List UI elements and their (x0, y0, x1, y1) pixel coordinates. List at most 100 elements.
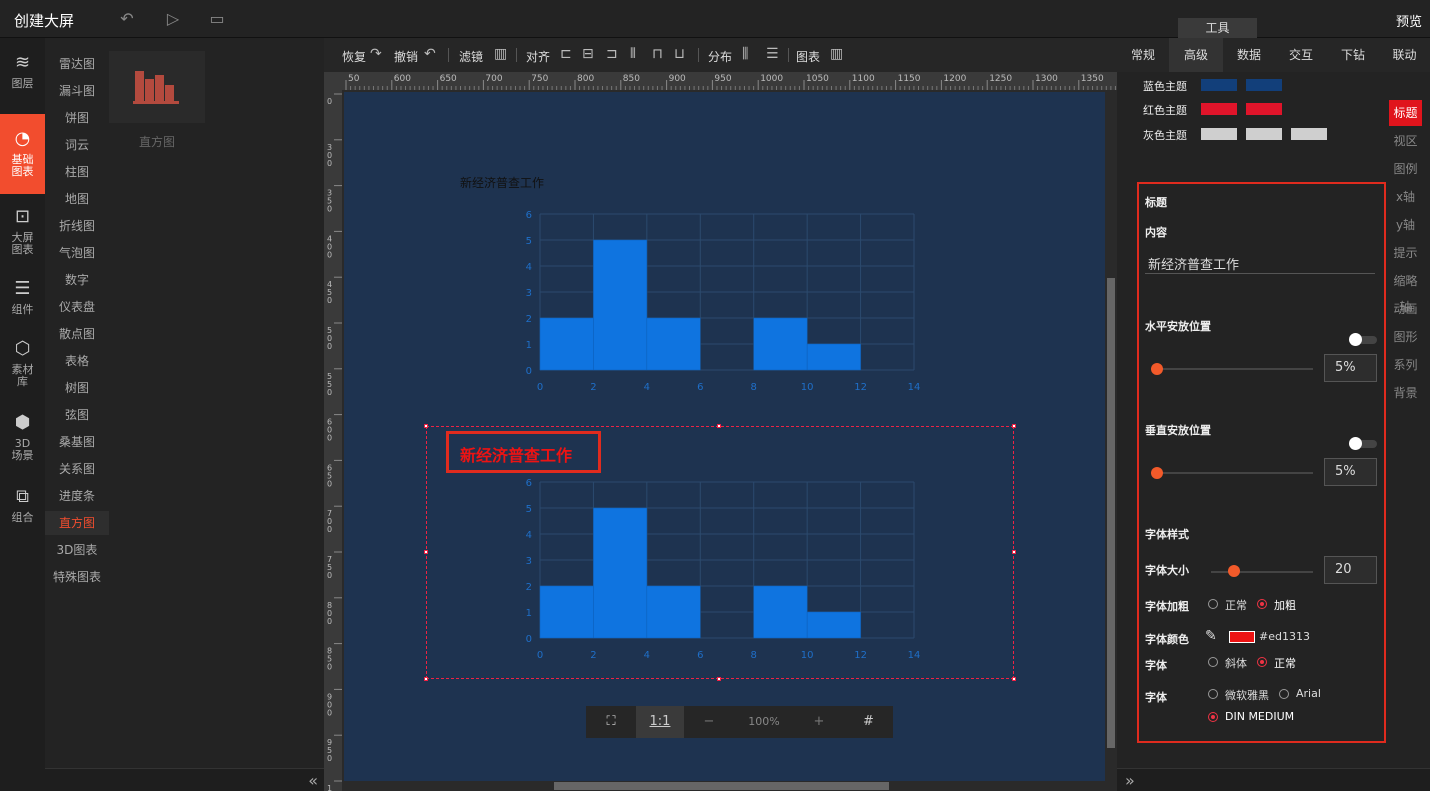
nav-components[interactable]: ☰ 组件 (0, 278, 45, 316)
chart-type-item[interactable]: 桑基图 (45, 430, 109, 454)
zoom-out-button[interactable]: − (684, 706, 734, 738)
redo-label[interactable]: 恢复 (342, 48, 366, 65)
font-family-arial-radio[interactable] (1279, 689, 1289, 699)
chart-type-item[interactable]: 折线图 (45, 214, 109, 238)
align-top-icon[interactable]: ⊓ (652, 46, 663, 62)
histogram-bar[interactable] (593, 239, 648, 371)
chart-type-item[interactable]: 词云 (45, 133, 109, 157)
histogram-chart-2[interactable]: 01234560 2 4 6 8 10 12 14 (508, 470, 928, 670)
histogram-bar[interactable] (539, 317, 594, 371)
font-color-swatch[interactable] (1229, 631, 1255, 643)
theme-gray-swatch[interactable] (1291, 128, 1327, 140)
collapse-right-icon[interactable]: » (1125, 771, 1135, 790)
tab-general[interactable]: 常规 (1117, 38, 1169, 72)
font-family-arial-text[interactable]: Arial (1296, 687, 1321, 700)
chart-type-item[interactable]: 雷达图 (45, 52, 109, 76)
chart-type-item[interactable]: 关系图 (45, 457, 109, 481)
resize-handle[interactable] (1012, 677, 1016, 681)
theme-gray-swatch[interactable] (1201, 128, 1237, 140)
side-tab[interactable]: 图形 (1389, 324, 1422, 350)
chart-label[interactable]: 图表 (796, 48, 820, 65)
font-normal-style-text[interactable]: 正常 (1274, 655, 1296, 671)
chart-type-item[interactable]: 漏斗图 (45, 79, 109, 103)
distribute-v-icon[interactable]: ☰ (766, 46, 779, 62)
font-family-yahei-text[interactable]: 微软雅黑 (1225, 687, 1269, 703)
align-center-v-icon[interactable]: ⫴ (630, 46, 636, 62)
side-tab[interactable]: 动画 (1389, 296, 1422, 322)
align-label[interactable]: 对齐 (526, 48, 550, 65)
chart-type-item[interactable]: 弦图 (45, 403, 109, 427)
chart-icon[interactable]: ▥ (830, 46, 843, 62)
horizontal-position-value[interactable]: 5% (1324, 354, 1377, 382)
nav-assets[interactable]: ⬡ 素材库 (0, 338, 45, 388)
theme-blue-swatch[interactable] (1201, 79, 1237, 91)
chart-type-item[interactable]: 仪表盘 (45, 295, 109, 319)
font-normal-style-radio[interactable] (1257, 657, 1267, 667)
scroll-thumb[interactable] (554, 782, 889, 790)
resize-handle[interactable] (1012, 550, 1016, 554)
undo-label[interactable]: 撤销 (394, 48, 418, 65)
theme-gray-swatch[interactable] (1246, 128, 1282, 140)
slider-handle[interactable] (1151, 467, 1163, 479)
histogram-bar[interactable] (593, 507, 648, 639)
align-right-icon[interactable]: ⊐ (606, 46, 618, 62)
histogram-bar[interactable] (539, 585, 594, 639)
chart-type-item[interactable]: 气泡图 (45, 241, 109, 265)
chart-type-item[interactable]: 树图 (45, 376, 109, 400)
filter-label[interactable]: 滤镜 (459, 48, 483, 65)
back-icon[interactable]: ↶ (118, 10, 136, 28)
histogram-bar[interactable] (646, 317, 701, 371)
grid-icon[interactable]: # (844, 706, 893, 738)
horizontal-position-toggle[interactable] (1349, 333, 1377, 346)
chart-type-item[interactable]: 直方图 (45, 511, 109, 535)
horizontal-scrollbar[interactable] (344, 781, 1105, 791)
side-tab[interactable]: 视区 (1389, 128, 1422, 154)
resize-handle[interactable] (717, 424, 721, 428)
chart-type-item[interactable]: 数字 (45, 268, 109, 292)
histogram-bar[interactable] (753, 317, 808, 371)
theme-blue-swatch[interactable] (1246, 79, 1282, 91)
vertical-position-toggle[interactable] (1349, 437, 1377, 450)
nav-3d-scene[interactable]: ⬢ 3D 场景 (0, 412, 45, 462)
nav-basic-charts[interactable]: ◔ 基础 图表 (0, 114, 45, 194)
font-family-din-text[interactable]: DIN MEDIUM (1225, 710, 1294, 723)
chart-type-item[interactable]: 柱图 (45, 160, 109, 184)
theme-red-swatch[interactable] (1246, 103, 1282, 115)
side-tab[interactable]: 系列 (1389, 352, 1422, 378)
resize-handle[interactable] (1012, 424, 1016, 428)
nav-layers[interactable]: ≋ 图层 (0, 52, 45, 90)
tools-tab[interactable]: 工具 (1178, 18, 1257, 38)
theme-red-swatch[interactable] (1201, 103, 1237, 115)
distribute-label[interactable]: 分布 (708, 48, 732, 65)
collapse-left-icon[interactable]: « (308, 771, 318, 790)
chart-type-item[interactable]: 地图 (45, 187, 109, 211)
nav-group[interactable]: ⧉ 组合 (0, 486, 45, 524)
font-weight-bold-radio[interactable] (1257, 599, 1267, 609)
histogram-bar[interactable] (806, 343, 861, 371)
side-tab[interactable]: 标题 (1389, 100, 1422, 126)
vertical-position-slider[interactable] (1151, 472, 1313, 474)
font-weight-normal-radio[interactable] (1208, 599, 1218, 609)
distribute-h-icon[interactable]: ⫼ (742, 46, 748, 62)
tab-drilldown[interactable]: 下钻 (1327, 38, 1379, 72)
resize-handle[interactable] (424, 677, 428, 681)
zoom-in-button[interactable]: + (794, 706, 844, 738)
chart-type-item[interactable]: 表格 (45, 349, 109, 373)
chart-type-item[interactable]: 饼图 (45, 106, 109, 130)
filter-chart-icon[interactable]: ▥ (494, 46, 507, 62)
scroll-thumb[interactable] (1107, 278, 1115, 748)
histogram-bar[interactable] (753, 585, 808, 639)
histogram-bar[interactable] (806, 611, 861, 639)
tab-data[interactable]: 数据 (1223, 38, 1275, 72)
eyedropper-icon[interactable]: ✎ (1205, 628, 1217, 644)
horizontal-position-slider[interactable] (1151, 368, 1313, 370)
histogram-chart-1[interactable]: 01234560 2 4 6 8 10 12 14 (508, 202, 928, 402)
histogram-bar[interactable] (646, 585, 701, 639)
align-center-h-icon[interactable]: ⊟ (582, 46, 594, 62)
side-tab[interactable]: 缩略轴 (1389, 268, 1422, 314)
save-icon[interactable]: ▭ (208, 10, 226, 28)
tab-linkage[interactable]: 联动 (1379, 38, 1430, 72)
undo-icon[interactable]: ↶ (424, 46, 436, 62)
font-weight-normal-text[interactable]: 正常 (1225, 597, 1247, 613)
vertical-position-value[interactable]: 5% (1324, 458, 1377, 486)
